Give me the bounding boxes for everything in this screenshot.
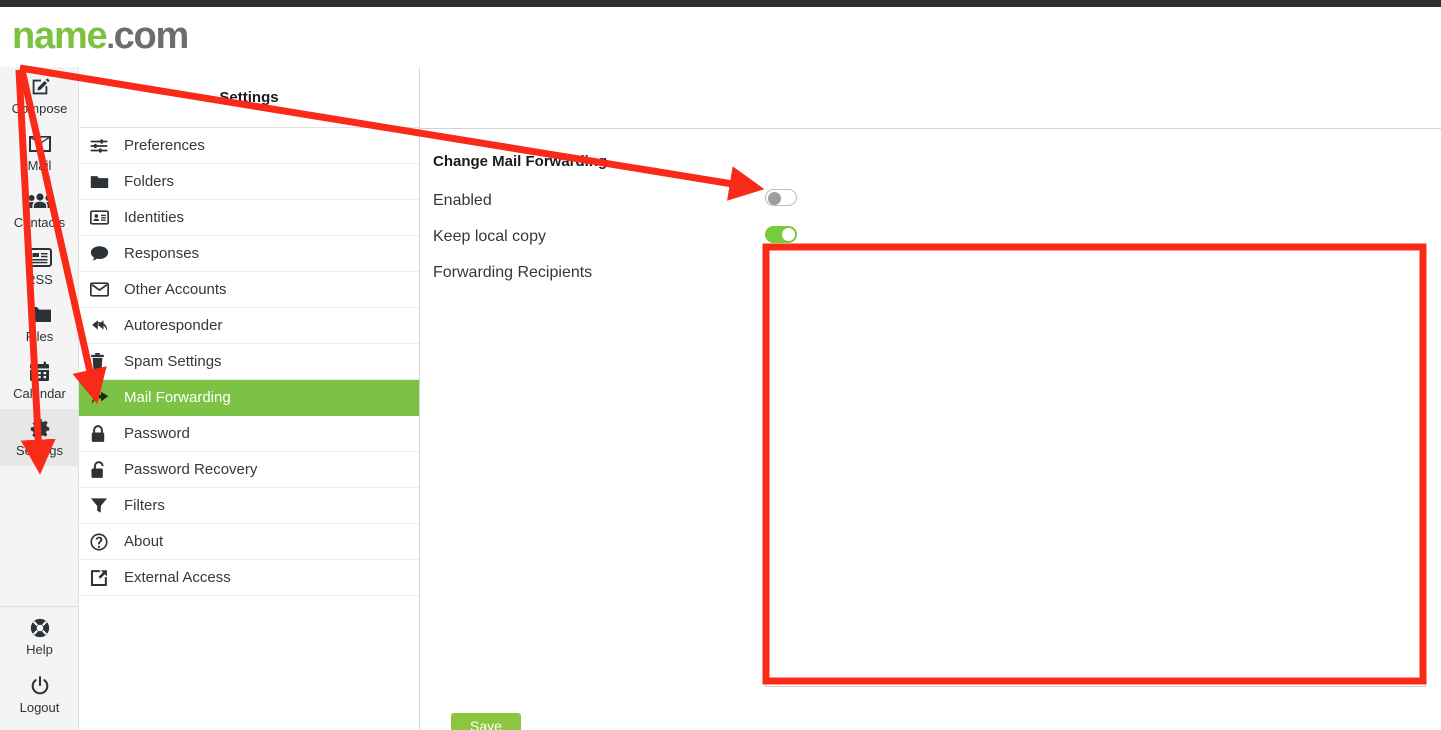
sliders-icon (90, 136, 116, 156)
reply-all-icon (90, 316, 116, 336)
save-button[interactable]: Save (451, 713, 521, 730)
nav-item-help[interactable]: Help (0, 608, 79, 666)
forwarding-recipients-input[interactable] (765, 246, 1426, 687)
settings-item-folders[interactable]: Folders (79, 164, 419, 200)
lifebuoy-icon (29, 616, 51, 640)
nav-item-calendar[interactable]: Calendar (0, 352, 79, 409)
nav-rail-divider (0, 606, 79, 607)
id-card-icon (90, 208, 116, 228)
settings-item-label: About (124, 532, 164, 550)
enabled-toggle[interactable] (765, 189, 797, 206)
settings-item-other-accounts[interactable]: Other Accounts (79, 272, 419, 308)
nav-item-calendar-label: Calendar (13, 385, 66, 401)
nav-item-mail[interactable]: Mail (0, 124, 79, 181)
settings-item-label: Folders (124, 172, 175, 190)
settings-item-label: Filters (124, 496, 165, 514)
envelope-icon (28, 132, 52, 156)
nav-rail-top-group: Compose Mail Contacts RSS Files Calendar… (0, 67, 79, 466)
settings-item-label: Spam Settings (124, 352, 222, 370)
application-window: name.com Compose Mail Contacts RSS Files… (0, 0, 1441, 730)
nav-item-files-label: Files (25, 328, 54, 344)
settings-item-label: Preferences (124, 136, 205, 154)
logo-name-text: name (12, 15, 108, 57)
speech-bubble-icon (90, 244, 116, 264)
power-icon (29, 674, 51, 698)
logo-com-text: com (113, 15, 190, 57)
gear-icon (29, 417, 51, 441)
nav-item-settings[interactable]: Settings (0, 409, 79, 466)
nav-item-logout[interactable]: Logout (0, 666, 79, 724)
nav-item-rss-label: RSS (26, 271, 53, 287)
content-divider (420, 128, 1441, 129)
external-link-icon (90, 568, 116, 588)
namecom-logo[interactable]: name.com (12, 14, 190, 61)
keep-local-copy-toggle[interactable] (765, 226, 797, 243)
forwarding-recipients-label: Forwarding Recipients (433, 264, 593, 281)
settings-item-label: Password (124, 424, 190, 442)
lock-open-icon (90, 460, 116, 480)
settings-panel-title: Settings (79, 67, 419, 128)
nav-item-settings-label: Settings (16, 442, 63, 458)
contacts-icon (26, 189, 53, 213)
lock-closed-icon (90, 424, 116, 444)
settings-item-about[interactable]: About (79, 524, 419, 560)
nav-item-logout-label: Logout (19, 700, 60, 715)
settings-item-filters[interactable]: Filters (79, 488, 419, 524)
funnel-icon (90, 496, 116, 516)
nav-item-rss[interactable]: RSS (0, 238, 79, 295)
form-title: Change Mail Forwarding (433, 153, 608, 170)
settings-item-label: External Access (124, 568, 231, 586)
nav-rail-bottom-group: Help Logout (0, 608, 79, 724)
settings-item-external-access[interactable]: External Access (79, 560, 419, 596)
nav-item-files[interactable]: Files (0, 295, 79, 352)
settings-item-label: Mail Forwarding (124, 388, 231, 406)
textarea-resize-handle[interactable] (1410, 671, 1424, 685)
settings-list-panel: Settings Preferences Folders Identities (79, 67, 420, 730)
settings-item-spam-settings[interactable]: Spam Settings (79, 344, 419, 380)
toggle-knob (782, 228, 795, 241)
nav-item-contacts[interactable]: Contacts (0, 181, 79, 238)
nav-item-compose-label: Compose (11, 100, 68, 116)
nav-item-mail-label: Mail (27, 157, 52, 173)
envelope-icon (90, 280, 116, 300)
settings-item-label: Responses (124, 244, 200, 262)
primary-nav-rail: Compose Mail Contacts RSS Files Calendar… (0, 67, 79, 730)
logo-dot-text: . (106, 22, 114, 55)
toggle-knob (768, 192, 781, 205)
settings-item-label: Identities (124, 208, 185, 226)
settings-item-autoresponder[interactable]: Autoresponder (79, 308, 419, 344)
rss-feed-icon (27, 246, 52, 270)
nav-item-help-label: Help (26, 642, 53, 657)
mail-forwarding-form-pane: Change Mail Forwarding Enabled Keep loca… (420, 7, 1441, 730)
forward-arrow-icon (90, 388, 116, 408)
keep-local-copy-label: Keep local copy (433, 228, 546, 245)
folder-icon (90, 172, 116, 192)
nav-item-compose[interactable]: Compose (0, 67, 79, 124)
settings-menu: Preferences Folders Identities Responses (79, 128, 419, 596)
settings-item-label: Password Recovery (124, 460, 258, 478)
settings-item-label: Autoresponder (124, 316, 223, 334)
settings-item-identities[interactable]: Identities (79, 200, 419, 236)
calendar-icon (29, 360, 50, 384)
enabled-label: Enabled (433, 192, 492, 209)
settings-item-mail-forwarding[interactable]: Mail Forwarding (79, 380, 419, 416)
settings-item-responses[interactable]: Responses (79, 236, 419, 272)
window-topbar (0, 0, 1441, 7)
question-circle-icon (90, 532, 116, 552)
settings-item-password[interactable]: Password (79, 416, 419, 452)
nav-item-contacts-label: Contacts (13, 214, 66, 230)
settings-item-label: Other Accounts (124, 280, 227, 298)
trash-icon (90, 352, 116, 372)
settings-item-preferences[interactable]: Preferences (79, 128, 419, 164)
compose-icon (29, 75, 51, 99)
folder-icon (28, 303, 52, 327)
settings-item-password-recovery[interactable]: Password Recovery (79, 452, 419, 488)
